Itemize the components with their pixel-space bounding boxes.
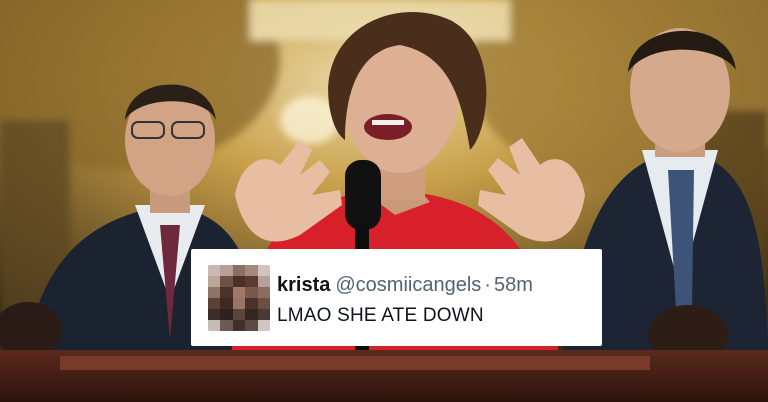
timestamp[interactable]: 58m [494, 274, 533, 296]
display-name[interactable]: krista [277, 274, 330, 296]
press-conference-photo: krista @cosmiicangels · 58m LMAO SHE ATE DO… [0, 0, 768, 402]
tweet-text: LMAO SHE ATE DOWN [277, 305, 484, 326]
separator-dot: · [484, 274, 491, 296]
user-handle[interactable]: @cosmiicangels [335, 274, 481, 296]
tweet-header: krista @cosmiicangels · 58m [277, 273, 533, 297]
tweet-card: krista @cosmiicangels · 58m LMAO SHE ATE DO… [191, 249, 602, 346]
pixelated-avatar-icon [208, 265, 270, 331]
